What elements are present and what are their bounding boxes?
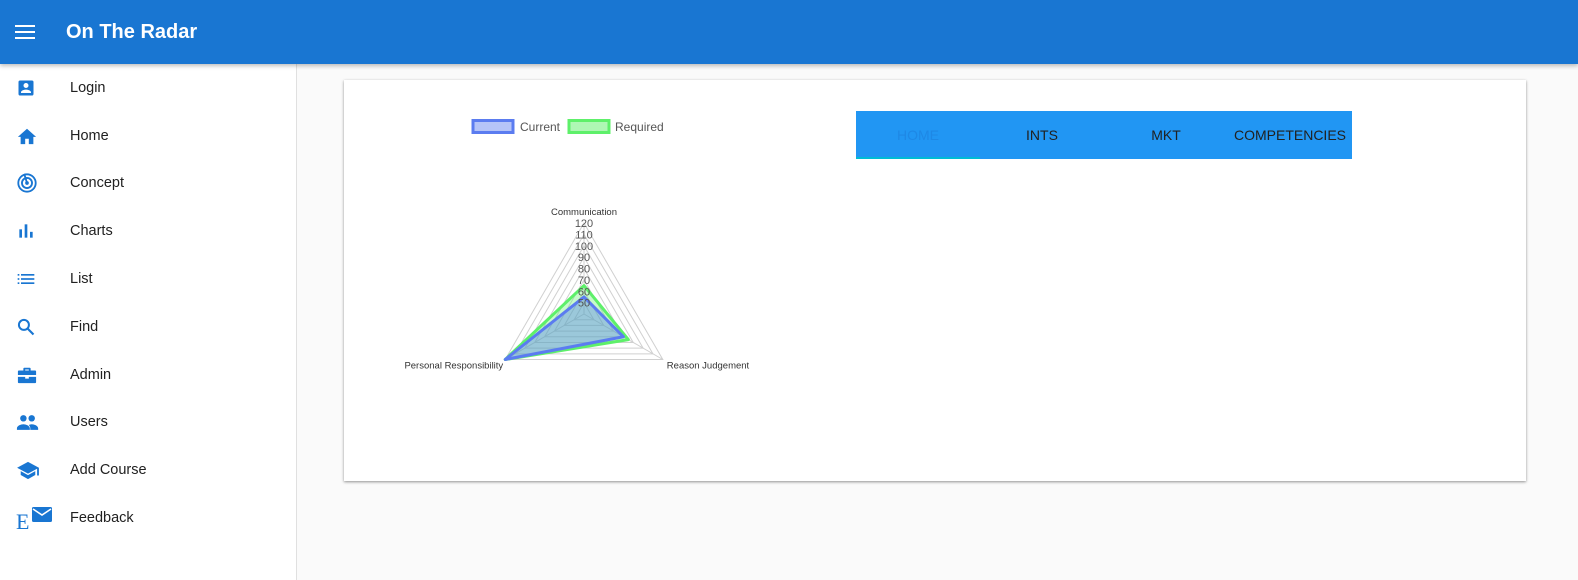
svg-text:E: E [16,509,29,531]
content-card: Current Required 50 60 70 80 90 100 110 120 Com… [344,80,1526,481]
tick-label: 70 [578,275,590,287]
sidebar-item-label: List [70,271,93,288]
chart-legend: Current Required [471,119,664,134]
sidebar-item-label: Users [70,414,108,431]
sidebar-item-label: Login [70,79,106,96]
briefcase-icon [17,367,37,383]
radar-chart: Current Required 5060708090100110120 Com… [404,119,750,372]
tab-mkt[interactable]: MKT [1104,111,1228,159]
sidebar-item-label: Admin [70,366,112,383]
tab-indicator [856,157,980,159]
app-bar: On The Radar [0,0,1578,64]
tab-label: INTS [1026,127,1058,143]
sidebar-item-admin[interactable]: Admin [0,351,296,399]
tick-label: 80 [578,264,590,276]
sidebar-item-login[interactable]: Login [0,64,296,112]
sidebar-item-find[interactable]: Find [0,303,296,351]
sidebar-item-concept[interactable]: Concept [0,160,296,208]
school-icon [17,462,39,480]
sidebar-item-charts[interactable]: Charts [0,207,296,255]
sidebar-item-feedback[interactable]: E Feedback [0,494,296,542]
tab-competencies[interactable]: COMPETENCIES [1228,111,1352,159]
people-icon [16,415,39,431]
app-title: On The Radar [66,20,198,43]
home-icon [17,128,37,144]
radar-icon [17,173,37,194]
hamburger-icon [15,25,35,39]
tab-label: HOME [897,127,939,143]
list-icon [17,274,35,285]
axis-label: Personal Responsibility [404,361,503,372]
tick-label: 50 [578,298,590,310]
legend-swatch-current [471,119,515,134]
sidebar-item-users[interactable]: Users [0,399,296,447]
tab-label: MKT [1151,127,1181,143]
sidebar-item-home[interactable]: Home [0,112,296,160]
sidebar-item-label: Add Course [70,462,147,479]
sidebar-item-label: Feedback [70,510,134,527]
legend-label-required: Required [615,120,664,134]
tab-home[interactable]: HOME [856,111,980,159]
menu-button[interactable] [0,0,50,64]
tick-label: 60 [578,286,590,298]
sidebar-item-add-course[interactable]: Add Course [0,446,296,494]
legend-swatch-required [567,119,611,134]
sidebar-item-label: Home [70,127,109,144]
tick-label: 120 [575,218,593,230]
sidebar-item-label: Charts [70,223,113,240]
legend-label-current: Current [520,120,561,134]
axis-label: Communication [551,207,617,218]
tab-label: COMPETENCIES [1233,127,1346,143]
bar-chart-icon [19,224,33,238]
tick-label: 100 [575,241,593,253]
tick-label: 90 [578,252,590,264]
tab-bar: HOME INTS MKT COMPETENCIES [856,111,1352,159]
account-box-icon [18,80,34,96]
sidebar-item-label: Concept [70,175,125,192]
sidebar-item-list[interactable]: List [0,255,296,303]
search-icon [17,318,35,336]
tab-ints[interactable]: INTS [980,111,1104,159]
axis-label: Reason Judgement [667,361,750,372]
mail-icon: E [16,507,52,531]
tick-label: 110 [575,229,593,241]
navigation-drawer: Login Home Concept Charts List Find Admi… [0,64,297,580]
sidebar-item-label: Find [70,318,99,335]
